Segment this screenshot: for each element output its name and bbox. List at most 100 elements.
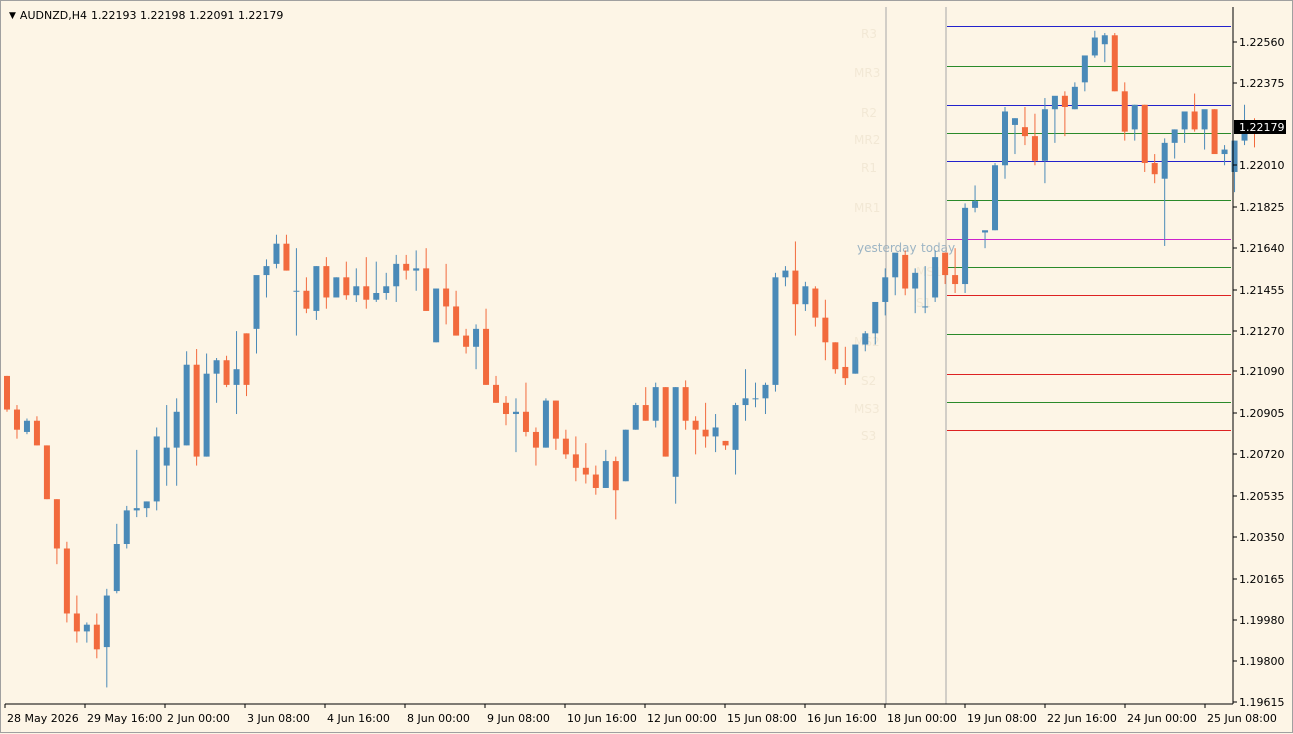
time-tick-label: 4 Jun 16:00	[327, 712, 390, 725]
candle-body	[143, 501, 150, 509]
candle-body	[473, 328, 480, 347]
candle	[1002, 106, 1008, 179]
candle-body	[722, 440, 729, 446]
candle-body	[1031, 136, 1038, 161]
candle-body	[1201, 109, 1208, 130]
candle	[1071, 82, 1078, 110]
candle-body	[1002, 111, 1008, 166]
candle	[1181, 111, 1188, 143]
candle-body	[263, 266, 270, 276]
candle	[642, 387, 649, 421]
candle-body	[393, 263, 400, 287]
today-label: today	[921, 241, 955, 255]
candle	[293, 248, 300, 336]
candle-body	[373, 293, 380, 300]
candle	[1171, 129, 1178, 159]
candle	[233, 331, 240, 415]
candle	[1201, 109, 1208, 150]
candle	[822, 299, 829, 361]
candle	[1051, 95, 1058, 143]
candle	[1161, 138, 1168, 246]
candle-body	[822, 317, 829, 343]
candle-body	[1011, 118, 1018, 125]
time-tick-label: 12 Jun 00:00	[647, 712, 717, 725]
candle	[652, 382, 659, 428]
candle-body	[253, 275, 260, 329]
price-tick-label: 1.22560	[1239, 36, 1285, 49]
candle	[1041, 98, 1048, 184]
candle-body	[273, 243, 280, 264]
candle-body	[1091, 37, 1098, 56]
candle-body	[592, 474, 599, 488]
time-tick-label: 10 Jun 16:00	[567, 712, 637, 725]
candle-body	[133, 508, 140, 511]
candle	[1221, 145, 1228, 166]
candle-body	[752, 398, 759, 400]
candle-body	[992, 165, 999, 231]
candle	[333, 277, 340, 298]
candle	[363, 257, 370, 309]
candle	[73, 595, 80, 643]
pivot-label-s1: S1	[916, 296, 931, 310]
pivot-label-r1: R1	[861, 161, 877, 175]
candle	[892, 252, 899, 296]
candle	[93, 613, 100, 659]
candle-body	[1211, 109, 1218, 155]
candle-body	[1131, 104, 1138, 130]
candle-body	[403, 263, 410, 271]
candle-body	[43, 445, 50, 500]
candle-body	[413, 268, 420, 271]
time-tick-label: 18 Jun 00:00	[887, 712, 957, 725]
pivot-label-r3: R3	[861, 27, 877, 41]
candle-body	[612, 461, 619, 491]
price-tick-label: 1.19800	[1239, 655, 1285, 668]
candle	[902, 250, 909, 296]
candle-body	[1151, 163, 1158, 175]
candle	[483, 308, 490, 385]
candle	[582, 443, 589, 484]
candle-body	[1041, 109, 1048, 161]
candle	[83, 622, 90, 643]
candle	[932, 250, 939, 302]
candle	[1011, 118, 1018, 155]
time-tick-label: 24 Jun 00:00	[1127, 712, 1197, 725]
price-tick-label: 1.21825	[1239, 201, 1285, 214]
price-tick-label: 1.20165	[1239, 573, 1285, 586]
time-tick-label: 16 Jun 16:00	[807, 712, 877, 725]
candle	[113, 523, 120, 594]
candle	[512, 398, 519, 453]
day-separators	[885, 7, 947, 704]
candle-body	[203, 373, 210, 457]
candle	[103, 588, 110, 688]
candle-body	[1191, 111, 1198, 130]
candle	[23, 418, 30, 435]
candle-body	[1161, 142, 1168, 179]
candle	[522, 382, 529, 437]
candle	[13, 405, 20, 439]
candle-body	[912, 272, 919, 289]
candle-body	[522, 411, 529, 432]
candle	[423, 248, 430, 311]
candle	[722, 440, 729, 450]
candle-body	[702, 429, 709, 437]
candle-body	[363, 286, 370, 300]
candle	[612, 456, 619, 520]
price-chart[interactable]: R3MR3R2MR2R1MR1MS1S1MS2S2MS3S3yesterdayt…	[1, 1, 1293, 734]
candle	[712, 414, 719, 453]
chart-window[interactable]: R3MR3R2MR2R1MR1MS1S1MS2S2MS3S3yesterdayt…	[0, 0, 1293, 733]
candle-body	[642, 405, 649, 421]
candle	[493, 375, 500, 403]
candle-body	[1081, 55, 1088, 83]
candle	[433, 288, 440, 343]
candle-body	[572, 454, 579, 468]
candle	[203, 353, 210, 457]
candle	[123, 505, 130, 549]
candle	[602, 449, 609, 488]
candle	[1081, 55, 1088, 92]
candle-body	[552, 400, 559, 439]
candle-body	[1171, 129, 1178, 143]
candle	[463, 328, 470, 354]
chevron-down-icon[interactable]: ▼	[9, 11, 16, 21]
candle	[942, 252, 949, 285]
candle	[223, 355, 230, 388]
